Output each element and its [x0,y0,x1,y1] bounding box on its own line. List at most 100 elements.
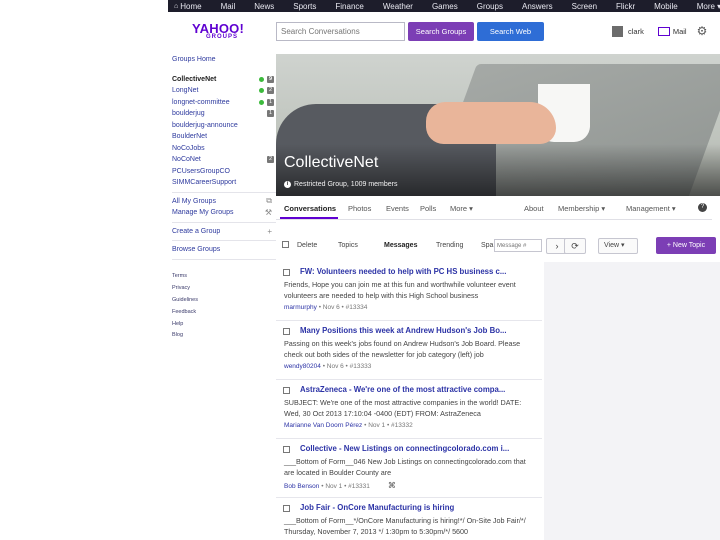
sidebar-group-item[interactable]: CollectiveNet 9 [172,74,276,86]
footer-link[interactable]: Privacy [172,282,276,294]
browse-groups-link[interactable]: Browse Groups [172,244,276,256]
new-topic-button[interactable]: + New Topic [656,237,716,254]
sidebar-divider [172,240,276,241]
top-nav-item[interactable]: Flickr [616,2,635,11]
search-web-button[interactable]: Search Web [477,22,544,41]
message-list-item[interactable]: Collective - New Listings on connectingc… [276,439,542,498]
search-groups-button[interactable]: Search Groups [408,22,474,41]
sidebar-group-item[interactable]: SIMMCareerSupport [172,177,276,189]
view-dropdown[interactable]: View ▾ [598,238,638,254]
sidebar-group-item[interactable]: NoCoJobs [172,143,276,155]
mail-icon[interactable] [657,26,670,36]
yahoo-groups-logo[interactable]: YAHOO! GROUPS [192,20,248,44]
tab-item[interactable]: Membership ▾ [558,204,605,213]
footer-link[interactable]: Blog [172,329,276,341]
username[interactable]: clark [628,27,644,36]
footer-link[interactable]: Help [172,318,276,330]
tab-item[interactable]: Events [386,204,409,213]
top-nav-item[interactable]: Groups [477,2,503,11]
message-list-item[interactable]: Job Fair - OnCore Manufacturing is hirin… [276,498,542,540]
unread-count-badge: 1 [267,110,274,118]
message-list-item[interactable]: AstraZeneca - We're one of the most attr… [276,380,542,439]
message-author[interactable]: wendy80204 [284,363,321,370]
tab-item[interactable]: Photos [348,204,371,213]
search-input[interactable] [276,22,405,41]
sidebar-group-label: longnet-committee [172,98,230,106]
group-name: CollectiveNet [284,154,379,171]
message-author[interactable]: marmurphy [284,304,317,311]
avatar-icon[interactable] [612,25,623,37]
top-nav-item[interactable]: Sports [293,2,316,11]
message-number-input[interactable] [494,239,542,252]
message-subject[interactable]: FW: Volunteers needed to help with PC HS… [300,267,506,276]
sidebar-group-label: LongNet [172,87,199,95]
online-dot-icon [259,88,264,94]
unread-count-badge: 2 [267,156,274,164]
sidebar-group-item[interactable]: LongNet 2 [172,85,276,97]
message-checkbox[interactable] [283,269,290,276]
message-checkbox[interactable] [283,387,290,394]
sidebar-group-label: boulderjug-announce [172,121,238,129]
top-nav-item[interactable]: More ▾ [697,2,720,11]
top-nav-item[interactable]: Finance [335,2,363,11]
sidebar-group-item[interactable]: longnet-committee 1 [172,97,276,109]
message-checkbox[interactable] [283,446,290,453]
sidebar-group-label: CollectiveNet [172,75,217,83]
tab-item[interactable]: Conversations [284,204,336,213]
message-list-item[interactable]: FW: Volunteers needed to help with PC HS… [276,262,542,321]
message-author[interactable]: Marianne Van Doorn Pérez [284,422,362,429]
info-icon: i [284,181,291,188]
message-snippet: ___Bottom of Form__*/OnCore Manufacturin… [284,516,526,537]
spam-view-link[interactable]: Spa [481,242,493,249]
message-list-item[interactable]: Many Positions this week at Andrew Hudso… [276,321,542,380]
unread-count-badge: 1 [267,98,274,106]
top-nav-item[interactable]: ⌂ Home [174,2,202,11]
top-nav-item[interactable]: News [254,2,274,11]
top-nav-item[interactable]: Answers [522,2,553,11]
message-checkbox[interactable] [283,328,290,335]
message-author[interactable]: Bob Benson [284,483,319,490]
top-nav-item[interactable]: Weather [383,2,413,11]
message-subject[interactable]: AstraZeneca - We're one of the most attr… [300,385,505,394]
sidebar-group-item[interactable]: boulderjug-announce [172,120,276,132]
topics-view-link[interactable]: Topics [338,242,358,249]
sidebar-action-item[interactable]: Manage My Groups ⚒ [172,207,276,219]
message-subject[interactable]: Many Positions this week at Andrew Hudso… [300,326,506,335]
top-nav-item[interactable]: Games [432,2,458,11]
sidebar-group-item[interactable]: PCUsersGroupCO [172,166,276,178]
top-nav-label: Games [431,1,458,11]
create-group-label: Create a Group [172,227,221,235]
sidebar-group-item[interactable]: boulderjug 1 [172,108,276,120]
tab-item[interactable]: More ▾ [450,204,473,213]
help-icon[interactable]: ? [698,203,707,212]
trending-view-link[interactable]: Trending [436,242,463,249]
sidebar-group-item[interactable]: BoulderNet [172,131,276,143]
sidebar-group-item[interactable]: NoCoNet 2 [172,154,276,166]
message-checkbox[interactable] [283,505,290,512]
top-nav-label: Sports [293,1,317,11]
mail-link[interactable]: Mail [673,27,687,36]
delete-button[interactable]: Delete [297,242,317,249]
messages-view-link[interactable]: Messages [384,242,417,249]
tab-item[interactable]: Polls [420,204,436,213]
sidebar-group-label: PCUsersGroupCO [172,167,230,175]
tab-item[interactable]: Management ▾ [626,204,676,213]
footer-link[interactable]: Guidelines [172,294,276,306]
top-nav-item[interactable]: Mail [221,2,236,11]
footer-link[interactable]: Feedback [172,306,276,318]
sidebar-group-item[interactable]: Groups Home [172,54,276,66]
message-subject[interactable]: Collective - New Listings on connectingc… [300,444,509,453]
select-all-checkbox[interactable] [282,241,289,248]
footer-link[interactable]: Terms [172,271,276,283]
refresh-icon[interactable]: ⟳ [564,238,586,254]
top-nav-item[interactable]: Screen [572,2,597,11]
top-nav-item[interactable]: Mobile [654,2,678,11]
message-subject[interactable]: Job Fair - OnCore Manufacturing is hirin… [300,503,454,512]
gear-icon[interactable]: ⚙ [697,24,708,38]
sidebar-action-item[interactable]: All My Groups ⧉ [172,196,276,208]
create-group-link[interactable]: Create a Group + [172,226,276,238]
copy-icon: ⧉ [266,196,272,206]
top-nav-label: Home [180,1,202,11]
tab-item[interactable]: About [524,204,544,213]
plus-icon: + [267,226,272,236]
